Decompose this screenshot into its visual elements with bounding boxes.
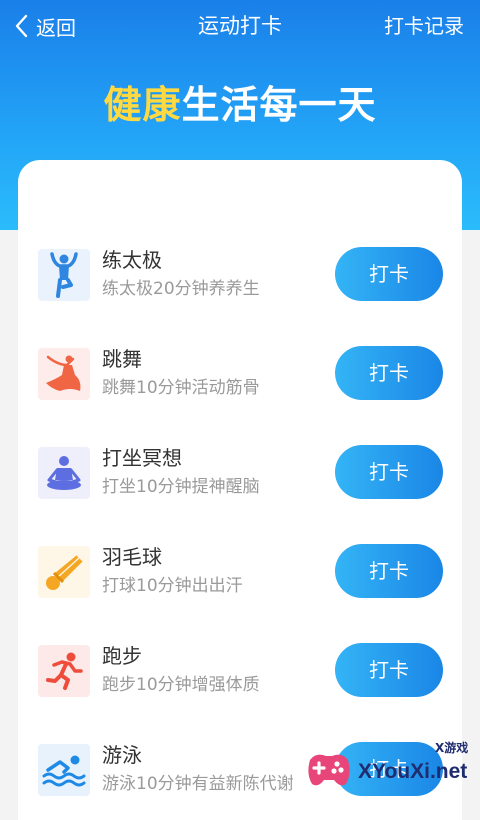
activity-item-meditation: 打坐冥想 打坐10分钟提神醒脑 打卡 <box>38 444 448 504</box>
running-icon <box>38 645 90 697</box>
headline-banner: 健康生活每一天 <box>0 80 480 130</box>
watermark-subtext: X游戏 <box>435 741 469 755</box>
checkin-button-dance[interactable]: 打卡 <box>335 346 443 400</box>
swimming-icon <box>38 744 90 796</box>
activity-item-dance: 跳舞 跳舞10分钟活动筋骨 打卡 <box>38 345 448 405</box>
activity-item-taichi: 练太极 练太极20分钟养养生 打卡 <box>38 246 448 306</box>
activity-name: 跑步 <box>102 644 142 668</box>
activity-name: 跳舞 <box>102 347 142 371</box>
site-watermark: XYouXi.net X游戏 <box>300 738 480 800</box>
checkin-button-meditation[interactable]: 打卡 <box>335 445 443 499</box>
activity-description: 打坐10分钟提神醒脑 <box>102 477 260 497</box>
badminton-icon <box>38 546 90 598</box>
gamepad-logo-icon <box>306 746 352 792</box>
checkin-button-badminton[interactable]: 打卡 <box>335 544 443 598</box>
watermark-text: XYouXi.net <box>358 760 468 783</box>
tai-chi-icon <box>38 249 90 301</box>
activity-name: 练太极 <box>102 248 162 272</box>
activity-name: 打坐冥想 <box>102 446 182 470</box>
headline-text: 生活每一天 <box>181 83 377 127</box>
activity-description: 跑步10分钟增强体质 <box>102 675 260 695</box>
navigation-bar: 返回 运动打卡 打卡记录 <box>0 0 480 52</box>
activity-description: 打球10分钟出出汗 <box>102 576 243 596</box>
meditation-icon <box>38 447 90 499</box>
activity-description: 游泳10分钟有益新陈代谢 <box>102 774 294 794</box>
activity-description: 练太极20分钟养养生 <box>102 279 260 299</box>
checkin-history-link[interactable]: 打卡记录 <box>384 10 464 42</box>
activity-description: 跳舞10分钟活动筋骨 <box>102 378 260 398</box>
activity-item-badminton: 羽毛球 打球10分钟出出汗 打卡 <box>38 543 448 603</box>
activity-item-running: 跑步 跑步10分钟增强体质 打卡 <box>38 642 448 702</box>
activity-name: 羽毛球 <box>102 545 162 569</box>
activity-name: 游泳 <box>102 743 142 767</box>
headline-highlight: 健康 <box>103 83 182 127</box>
checkin-button-running[interactable]: 打卡 <box>335 643 443 697</box>
checkin-button-taichi[interactable]: 打卡 <box>335 247 443 301</box>
dance-icon <box>38 348 90 400</box>
